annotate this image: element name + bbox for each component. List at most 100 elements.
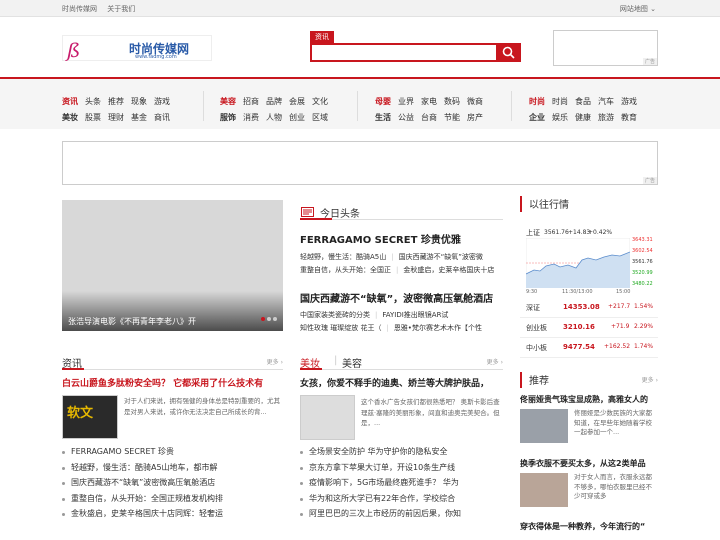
beauty-more-link[interactable]: 更多 › <box>487 357 503 366</box>
newspaper-icon <box>301 207 314 217</box>
tab-divider: | <box>334 355 338 366</box>
list-item[interactable]: 疫情影响下，5G市场最终鹿死谁手？ 华为 <box>300 475 503 491</box>
recommend-item-title[interactable]: 换季衣服不要买太多，从这2类单品 <box>520 458 658 469</box>
list-item[interactable]: 全场景安全防护 华为守护你的隐私安全 <box>300 444 503 460</box>
sub-link[interactable]: 中国家装类瓷砖的分类 <box>300 311 370 319</box>
nav-item[interactable]: 创业 <box>289 113 305 122</box>
nav-item[interactable]: 品牌 <box>266 97 282 106</box>
nav-item[interactable]: 汽车 <box>598 97 614 106</box>
nav-item[interactable]: 招商 <box>243 97 259 106</box>
nav-item[interactable]: 基金 <box>131 113 147 122</box>
nav-item[interactable]: 服饰 <box>220 113 236 122</box>
list-item[interactable]: 华为和这所大学已有22年合作，学校综合 <box>300 491 503 507</box>
nav-item[interactable]: 生活 <box>375 113 391 122</box>
slider-dots <box>259 314 277 323</box>
recommend-thumb[interactable] <box>520 473 568 507</box>
nav-item[interactable]: 区域 <box>312 113 328 122</box>
nav-item[interactable]: 人物 <box>266 113 282 122</box>
nav-item[interactable]: 时尚 <box>529 97 545 106</box>
search-input[interactable] <box>310 43 496 62</box>
nav-item[interactable]: 企业 <box>529 113 545 122</box>
list-item[interactable]: 京东方拿下苹果大订单，开设10条生产线 <box>300 460 503 476</box>
nav-item[interactable]: 消费 <box>243 113 259 122</box>
nav-item[interactable]: 推荐 <box>108 97 124 106</box>
beauty-lead[interactable]: 女孩，你爱不释手的迪奥、娇兰等大牌护肤品， <box>300 376 503 389</box>
index-row[interactable]: 创业板 3210.16 +71.9 2.29% <box>520 318 658 338</box>
list-item[interactable]: 金秋盛启，史莱辛格国庆十店同辉：轻奢运 <box>62 506 283 522</box>
nav-item[interactable]: 食品 <box>575 97 591 106</box>
news-thumb[interactable]: 软文 <box>62 395 118 439</box>
nav-item[interactable]: 美妆 <box>62 113 78 122</box>
beauty-desc: 这个香水广告女孩们都很熟悉吧？ 奥斯卡影后查理兹·塞隆的美丽形象，间直和迪奥完美… <box>361 398 500 427</box>
nav-item[interactable]: 数码 <box>444 97 460 106</box>
nav-item[interactable]: 游戏 <box>154 97 170 106</box>
search-tab[interactable]: 资讯 <box>310 31 334 43</box>
nav-item[interactable]: 母婴 <box>375 97 391 106</box>
slider-dot[interactable] <box>273 317 277 321</box>
nav-item[interactable]: 公益 <box>398 113 414 122</box>
index-name[interactable]: 上证 <box>526 228 540 238</box>
slider-dot[interactable] <box>261 317 265 321</box>
sub-link[interactable]: 恩雅•梵尔赛艺术木作【个性 <box>394 324 482 332</box>
slider-caption[interactable]: 张浩导演电影《不再青年李老八》开 <box>68 316 196 327</box>
nav-item[interactable]: 美容 <box>220 97 236 106</box>
sub-link[interactable]: 轻越野，慢生活：酷骑A5山 <box>300 253 386 261</box>
top-link-about[interactable]: 关于我们 <box>107 5 135 13</box>
nav-item[interactable]: 台商 <box>421 113 437 122</box>
headline-1[interactable]: FERRAGAMO SECRET 珍贵优雅 <box>300 231 461 246</box>
index-row-name: 创业板 <box>526 324 547 332</box>
sub-link[interactable]: 国庆西藏游不“缺氧”波密微 <box>399 253 483 261</box>
top-link-home[interactable]: 时尚传媒网 <box>62 5 97 13</box>
nav-item[interactable]: 时尚 <box>552 97 568 106</box>
sub-link[interactable]: 重整自信，从头开始：全国正 <box>300 266 391 274</box>
recommend-thumb[interactable] <box>520 409 568 443</box>
nav-item[interactable]: 家电 <box>421 97 437 106</box>
recommend-item-title[interactable]: 佟丽娅贵气珠宝显成熟，高雅女人的 <box>520 394 658 405</box>
nav-item[interactable]: 头条 <box>85 97 101 106</box>
nav-item[interactable]: 游戏 <box>621 97 637 106</box>
chevron-down-icon: ⌄ <box>650 5 656 13</box>
sub-link[interactable]: 知性玫瑰 璀璨绽放 花王（ <box>300 324 381 332</box>
news-more-link[interactable]: 更多 › <box>267 357 283 366</box>
nav-item[interactable]: 股票 <box>85 113 101 122</box>
nav-item[interactable]: 会展 <box>289 97 305 106</box>
ad-banner-wide[interactable]: 广告 <box>62 141 658 185</box>
list-item[interactable]: FERRAGAMO SECRET 珍贵 <box>62 444 283 460</box>
sub-link[interactable]: 金秋盛启，史莱辛格国庆十店 <box>403 266 494 274</box>
tab-beauty[interactable]: 美容 <box>342 355 362 370</box>
nav-item[interactable]: 现象 <box>131 97 147 106</box>
headline-2[interactable]: 国庆西藏游不“缺氧”，波密微高压氧舱酒店 <box>300 290 493 305</box>
logo-url: www.fadmg.com <box>135 54 177 60</box>
nav-item[interactable]: 文化 <box>312 97 328 106</box>
list-item[interactable]: 国庆西藏游不“缺氧”波密微高压氧舱酒店 <box>62 475 283 491</box>
nav-item[interactable]: 资讯 <box>62 97 78 106</box>
index-change: +14.83 <box>568 229 591 236</box>
image-slider[interactable]: 张浩导演电影《不再青年李老八》开 <box>62 200 283 331</box>
nav-item[interactable]: 教育 <box>621 113 637 122</box>
list-item[interactable]: 重整自信，从头开始：全国正规植发机构排 <box>62 491 283 507</box>
search-button[interactable] <box>496 43 521 62</box>
nav-item[interactable]: 房产 <box>467 113 483 122</box>
recommend-item-title[interactable]: 穿衣得体是一种教养，今年流行的“ <box>520 521 658 532</box>
nav-item[interactable]: 业界 <box>398 97 414 106</box>
nav-item[interactable]: 节能 <box>444 113 460 122</box>
logo-mark-icon: ß <box>67 38 81 62</box>
nav-item[interactable]: 微商 <box>467 97 483 106</box>
nav-item[interactable]: 商讯 <box>154 113 170 122</box>
index-row[interactable]: 中小板 9477.54 +162.52 1.74% <box>520 338 658 358</box>
nav-item[interactable]: 娱乐 <box>552 113 568 122</box>
ad-banner-top[interactable]: 广告 <box>553 30 658 66</box>
list-item[interactable]: 阿里巴巴的三次上市经历的前因后果，你知 <box>300 506 503 522</box>
slider-dot[interactable] <box>267 317 271 321</box>
sitemap-link[interactable]: 网站地图 ⌄ <box>620 4 656 14</box>
sub-link[interactable]: FAYIDI推出眼镜AR试 <box>382 311 448 319</box>
list-item[interactable]: 轻越野，慢生活：酷骑A5山地车，都市解 <box>62 460 283 476</box>
recommend-more-link[interactable]: 更多 › <box>642 375 658 384</box>
news-lead[interactable]: 白云山爵鱼多肽粉安全吗？ 它都采用了什么技术有 <box>62 376 263 389</box>
nav-item[interactable]: 旅游 <box>598 113 614 122</box>
beauty-thumb[interactable] <box>300 395 355 440</box>
nav-item[interactable]: 健康 <box>575 113 591 122</box>
site-logo[interactable]: ß 时尚传媒网 www.fadmg.com <box>62 35 212 62</box>
nav-item[interactable]: 理财 <box>108 113 124 122</box>
index-row[interactable]: 深证 14353.08 +217.7 1.54% <box>520 298 658 318</box>
